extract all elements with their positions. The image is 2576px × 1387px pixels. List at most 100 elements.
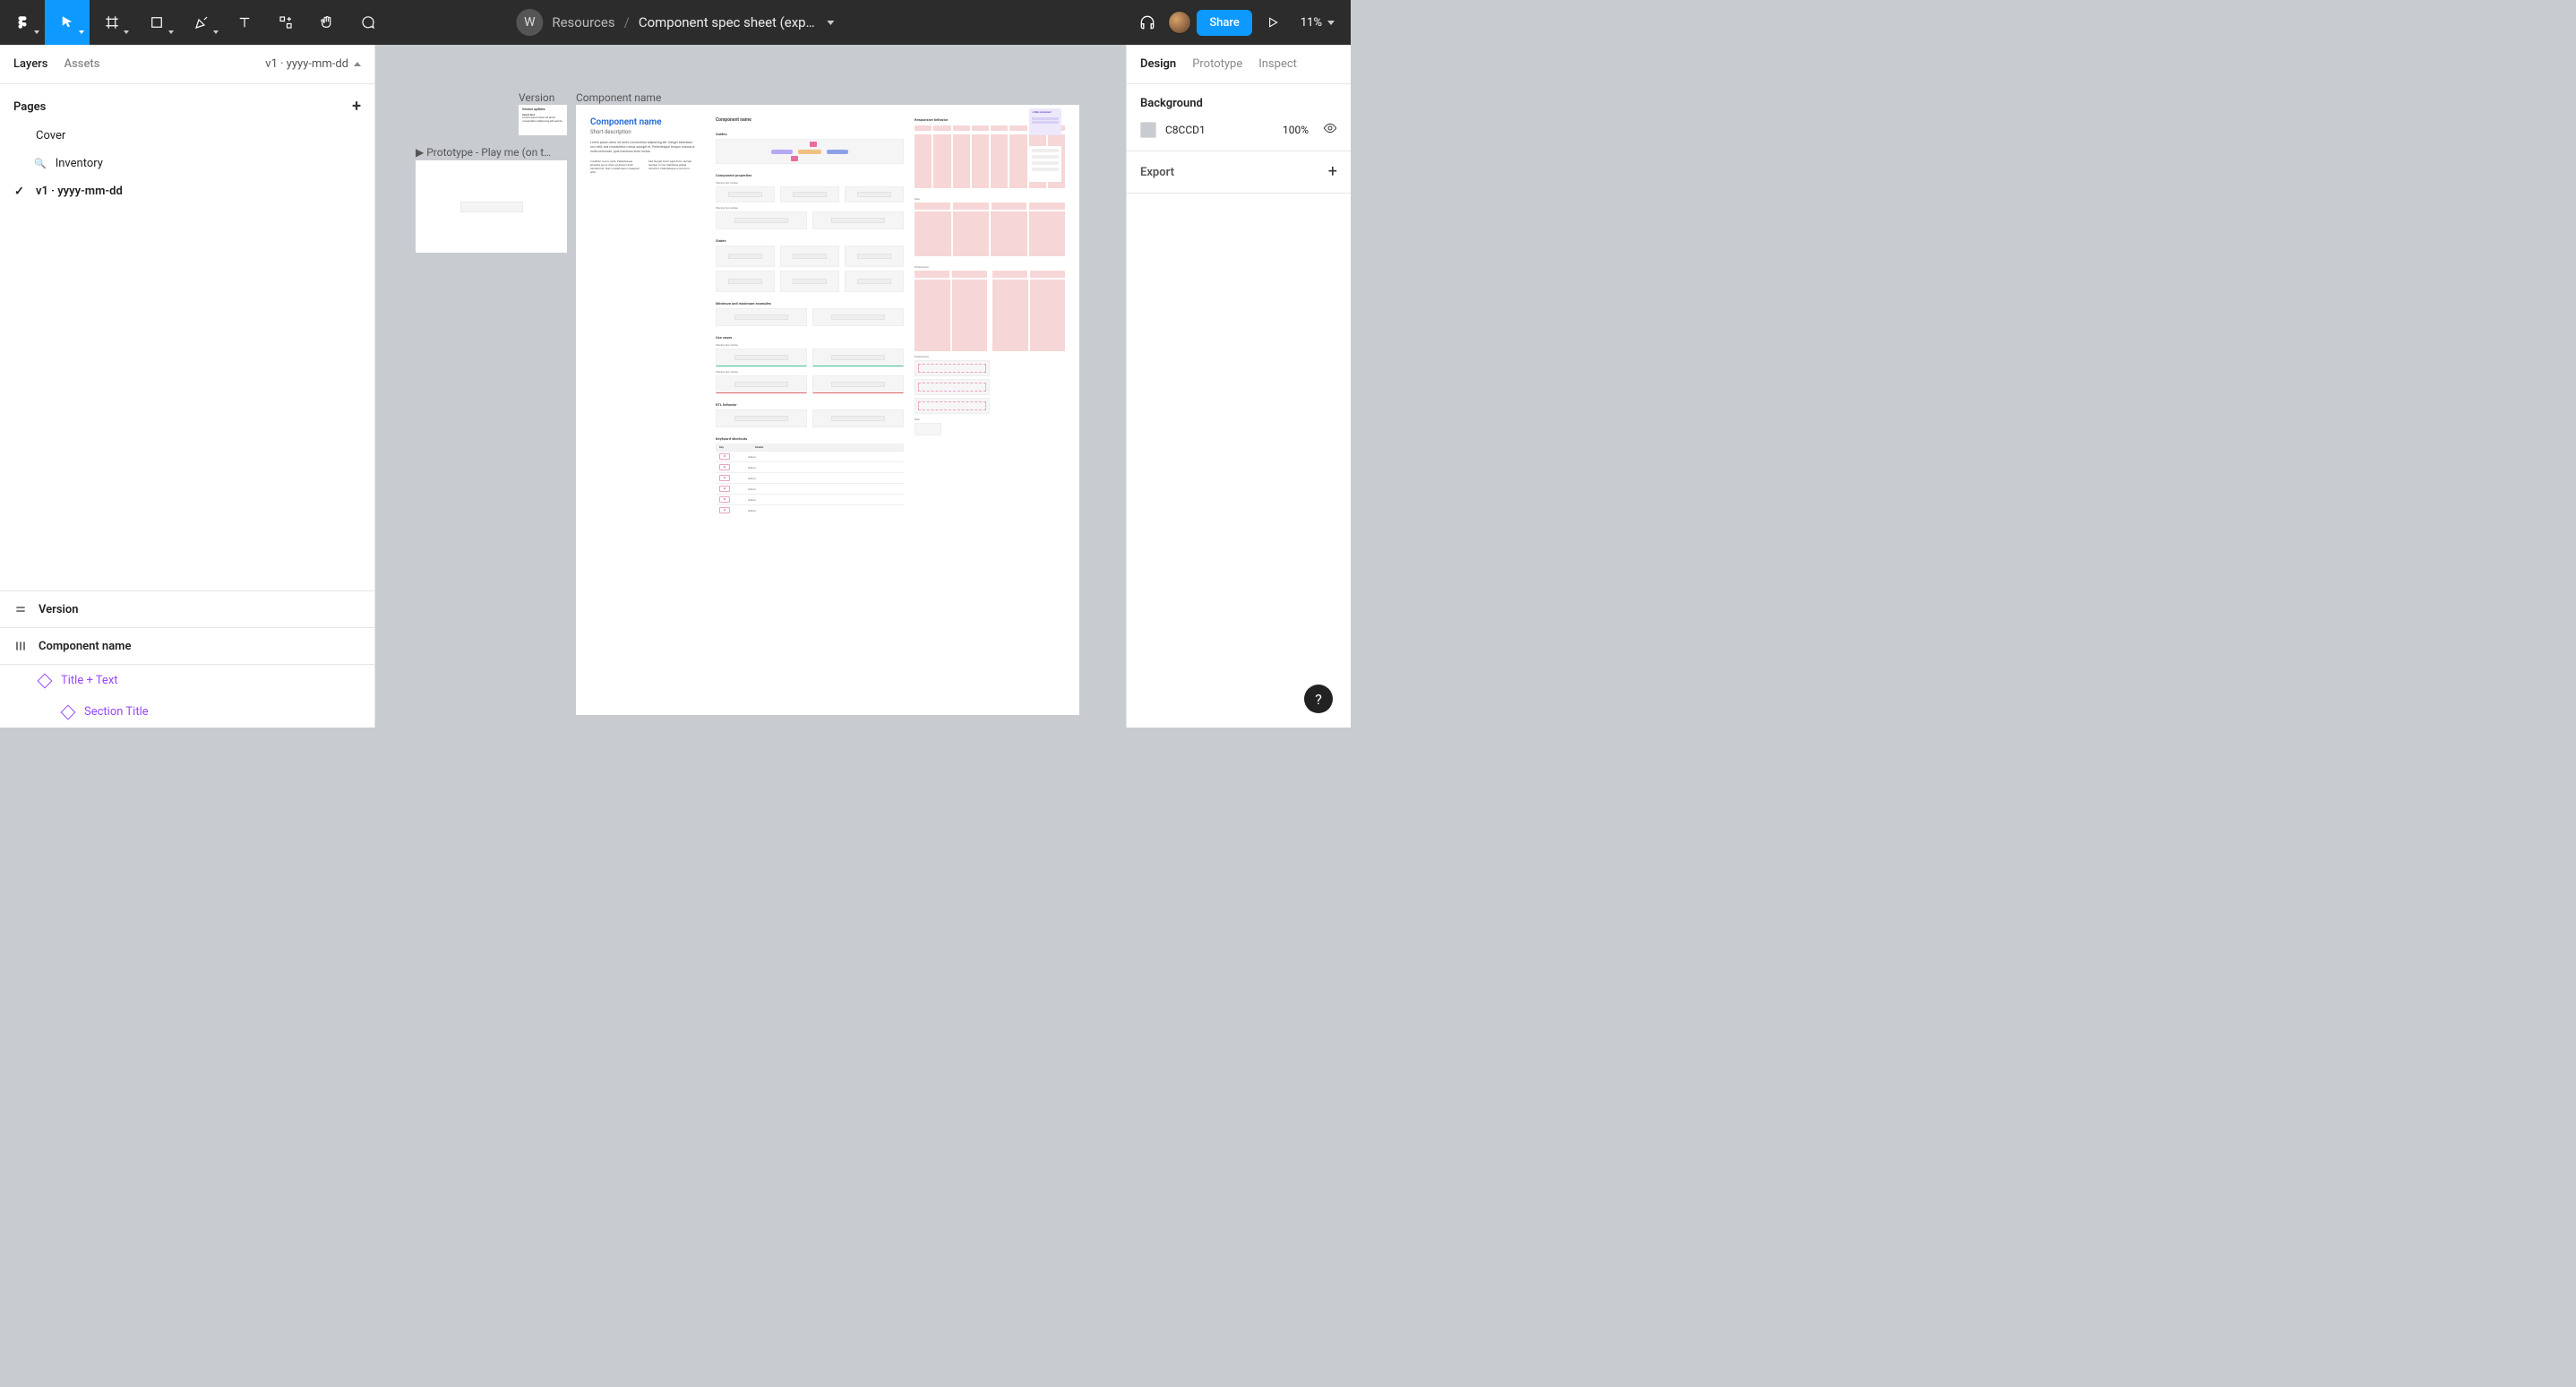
prototype-placeholder (460, 202, 523, 212)
background-row[interactable]: C8CCD1 100% (1140, 121, 1337, 138)
page-label: v1 · yyyy-mm-dd (36, 185, 123, 198)
frame-icon (104, 14, 120, 30)
layer-label: Title + Text (61, 674, 118, 687)
sec-keyboard: Keyboard shortcuts (716, 436, 904, 441)
audio-button[interactable] (1132, 7, 1163, 38)
export-title: Export (1140, 166, 1174, 179)
resp-dimensions-2: Dimensions (914, 355, 1065, 358)
tab-prototype[interactable]: Prototype (1192, 57, 1242, 71)
chevron-up-icon (354, 62, 361, 66)
instance-icon (61, 704, 76, 719)
figma-logo-icon (14, 14, 30, 30)
tab-layers[interactable]: Layers (13, 57, 47, 71)
page-item-cover[interactable]: Cover (0, 122, 374, 150)
share-button[interactable]: Share (1197, 10, 1252, 36)
hand-tool[interactable] (306, 0, 348, 45)
resp-size: Size (914, 197, 1065, 201)
pages-header: Pages + (0, 84, 374, 122)
layer-frame-version[interactable]: Version (0, 591, 374, 628)
guides-diagram (716, 139, 904, 164)
sec-properties: Component properties (716, 173, 904, 177)
layer-title-text[interactable]: Title + Text (0, 665, 374, 696)
zoom-control[interactable]: 11% (1293, 16, 1342, 30)
comment-icon (360, 14, 376, 30)
use-label-1: Placing 2px stroke (716, 343, 904, 347)
canvas-frame-version[interactable]: Version updates Insert text Lorem ipsum … (519, 105, 567, 135)
frame-label-prototype[interactable]: ▶ Prototype - Play me (on t… (416, 146, 551, 159)
file-name[interactable]: Component spec sheet (exp… (639, 14, 815, 30)
user-avatar[interactable] (1168, 11, 1191, 34)
pen-icon (193, 14, 210, 30)
breadcrumb-root[interactable]: Resources (552, 14, 614, 30)
prop-label-2: Placing 2px stroke (716, 206, 904, 210)
background-title: Background (1140, 97, 1337, 110)
keyboard-table: KeyDetails ⌘Action ⌘Action ⌘Action ⌘Acti… (716, 444, 904, 515)
background-opacity[interactable]: 100% (1283, 124, 1309, 136)
spec-title: Component name (590, 117, 698, 127)
magnifier-icon: 🔍 (34, 158, 47, 169)
spec-lorem-2a: Curabitur a arcu nulla. Pellentesque pha… (590, 159, 640, 175)
background-swatch[interactable] (1140, 122, 1156, 138)
file-menu-caret[interactable] (828, 21, 835, 25)
resources-icon (278, 14, 294, 30)
left-panel: Layers Assets v1 · yyyy-mm-dd Pages + Co… (0, 45, 375, 728)
present-button[interactable] (1258, 7, 1288, 38)
canvas-frame-main-component[interactable]: ✦ Main component (1029, 108, 1061, 135)
resp-mini-boxes (914, 360, 990, 414)
chevron-down-icon (1327, 21, 1335, 25)
background-hex[interactable]: C8CCD1 (1165, 124, 1274, 136)
frame-label-version[interactable]: Version (519, 91, 554, 104)
page-item-v1[interactable]: ✓ v1 · yyyy-mm-dd (0, 177, 374, 205)
canvas-frame-side-list[interactable] (1029, 146, 1061, 182)
layer-frame-component[interactable]: Component name (0, 628, 374, 665)
prop-label-1: Placing 2px stroke (716, 181, 904, 185)
resources-tool[interactable] (265, 0, 306, 45)
export-section: Export + (1127, 151, 1351, 194)
pen-tool[interactable] (179, 0, 224, 45)
add-export-button[interactable]: + (1328, 164, 1337, 180)
version-card-body: Lorem ipsum dolor sit amet consectetur a… (522, 116, 563, 124)
canvas-frame-prototype[interactable] (416, 160, 567, 253)
text-tool[interactable] (224, 0, 265, 45)
shape-tool[interactable] (134, 0, 179, 45)
right-panel-tabs: Design Prototype Inspect (1127, 45, 1351, 84)
hand-icon (319, 14, 335, 30)
page-item-inventory[interactable]: 🔍 Inventory (0, 150, 374, 177)
pages-title: Pages (13, 100, 46, 114)
version-card-title: Version updates (522, 108, 563, 112)
workspace-badge[interactable]: W (516, 9, 543, 36)
page-list: Cover 🔍 Inventory ✓ v1 · yyyy-mm-dd (0, 122, 374, 214)
tab-inspect[interactable]: Inspect (1258, 57, 1297, 71)
spec-lorem-1: Lorem ipsum dolor sit amet, consectetur … (590, 141, 698, 154)
frame-label-component[interactable]: Component name (576, 91, 661, 104)
instance-icon (38, 673, 53, 688)
toolbar-right: Share 11% (1132, 7, 1351, 38)
visibility-toggle[interactable] (1323, 121, 1337, 138)
layer-label: Section Title (84, 705, 149, 719)
main-menu-button[interactable] (0, 0, 45, 45)
play-icon (1266, 15, 1280, 30)
help-button[interactable]: ? (1304, 685, 1333, 713)
spec-subtitle: Short description (590, 129, 698, 135)
tab-design[interactable]: Design (1140, 57, 1176, 71)
tab-assets[interactable]: Assets (64, 57, 99, 71)
page-selector[interactable]: v1 · yyyy-mm-dd (265, 57, 361, 71)
add-page-button[interactable]: + (352, 99, 361, 115)
toolbar: W Resources / Component spec sheet (exp…… (0, 0, 1351, 45)
rectangle-icon (149, 14, 165, 30)
headphones-icon (1138, 13, 1156, 31)
canvas-frame-component[interactable]: Component name Short description Lorem i… (576, 105, 1079, 715)
layer-section-title[interactable]: Section Title (0, 696, 374, 728)
frame-icon (13, 639, 28, 653)
layers-tree: Version Component name Title + Text Sect… (0, 590, 374, 728)
spec-header-2: Component name (716, 117, 904, 123)
right-panel: Design Prototype Inspect Background C8CC… (1126, 45, 1351, 728)
canvas[interactable]: Version Version updates Insert text Lore… (375, 45, 1126, 728)
comment-tool[interactable] (348, 0, 389, 45)
use-label-2: Placing 2px stroke (716, 370, 904, 374)
toolbar-center: W Resources / Component spec sheet (exp… (516, 9, 834, 36)
move-tool[interactable] (45, 0, 90, 45)
page-selector-label: v1 · yyyy-mm-dd (265, 57, 348, 71)
page-label: Inventory (56, 157, 103, 170)
frame-tool[interactable] (90, 0, 134, 45)
